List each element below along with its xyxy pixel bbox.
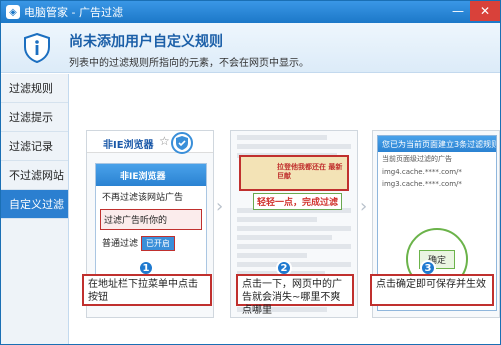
shield-info-icon <box>24 33 50 63</box>
sidebar-item-filter-rules[interactable]: 过滤规则 <box>1 74 68 103</box>
sidebar-item-label: 过滤规则 <box>9 82 53 95</box>
dialog-title: 您已为当前页面建立3条过滤规则 <box>378 136 496 152</box>
filter-slogan: 轻轻一点，完成过滤 <box>253 193 343 210</box>
ad-banner[interactable]: 拉登他我都还在 最新巨献 <box>239 155 349 191</box>
arrow-right-icon: › <box>360 196 368 217</box>
browser-toolbar: 非IE浏览器 ☆ <box>87 131 213 154</box>
sidebar-item-custom-filter[interactable]: 自定义过滤 <box>1 190 68 219</box>
sidebar: 过滤规则 过滤提示 过滤记录 不过滤网站 自定义过滤 <box>1 74 69 344</box>
window-title: 电脑管家 - 广告过滤 <box>24 6 123 19</box>
tutorial-area: 非IE浏览器 ☆ 非IE浏览器 不再过滤该网站广告 过滤广告听你的 普通过滤 已… <box>70 74 500 344</box>
title-bar: ◈ 电脑管家 - 广告过滤 — ✕ <box>1 1 500 23</box>
close-button[interactable]: ✕ <box>470 1 500 21</box>
arrow-right-icon: › <box>216 196 224 217</box>
menu-item-no-filter[interactable]: 不再过滤该网站广告 <box>96 186 206 207</box>
step2-caption: 点击一下，网页中的广告就会消失~哪里不爽点哪里 <box>236 274 354 316</box>
app-logo-icon: ◈ <box>6 5 20 19</box>
dropdown-header: 非IE浏览器 <box>96 164 206 186</box>
page-description: 列表中的过滤规则所指向的元素，不会在网页中显示。 <box>69 58 309 69</box>
rule-row[interactable]: 当前页面级过滤的广告 <box>378 152 496 166</box>
sidebar-item-label: 自定义过滤 <box>9 198 64 211</box>
sidebar-item-label: 过滤提示 <box>9 111 53 124</box>
sidebar-item-label: 过滤记录 <box>9 140 53 153</box>
menu-item-custom-filter[interactable]: 过滤广告听你的 <box>100 209 202 230</box>
page-header: 尚未添加用户自定义规则 列表中的过滤规则所指向的元素，不会在网页中显示。 <box>1 23 500 73</box>
menu-item-normal-filter[interactable]: 普通过滤 已开启 <box>96 232 206 255</box>
sidebar-item-filter-log[interactable]: 过滤记录 <box>1 132 68 161</box>
enabled-toggle[interactable]: 已开启 <box>140 236 175 251</box>
rule-row[interactable]: img4.cache.****.com/* <box>378 166 496 178</box>
sidebar-item-label: 不过滤网站 <box>9 169 64 182</box>
window-controls: — ✕ <box>446 1 500 21</box>
minimize-button[interactable]: — <box>446 1 470 21</box>
star-icon: ☆ <box>159 134 170 148</box>
guard-shield-icon <box>171 132 193 154</box>
normal-filter-label: 普通过滤 <box>102 239 139 249</box>
page-title: 尚未添加用户自定义规则 <box>69 34 223 50</box>
rule-row[interactable]: img3.cache.****.com/* <box>378 178 496 190</box>
step3-caption: 点击确定即可保存并生效 <box>370 274 494 306</box>
browser-logo: 非IE浏览器 <box>103 140 154 151</box>
sidebar-item-whitelist[interactable]: 不过滤网站 <box>1 161 68 190</box>
app-window: ◈ 电脑管家 - 广告过滤 — ✕ 尚未添加用户自定义规则 列表中的过滤规则所指… <box>0 0 501 345</box>
sidebar-item-filter-tips[interactable]: 过滤提示 <box>1 103 68 132</box>
ad-text: 拉登他我都还在 最新巨献 <box>277 163 343 180</box>
step1-caption: 在地址栏下拉菜单中点击按钮 <box>82 274 212 306</box>
